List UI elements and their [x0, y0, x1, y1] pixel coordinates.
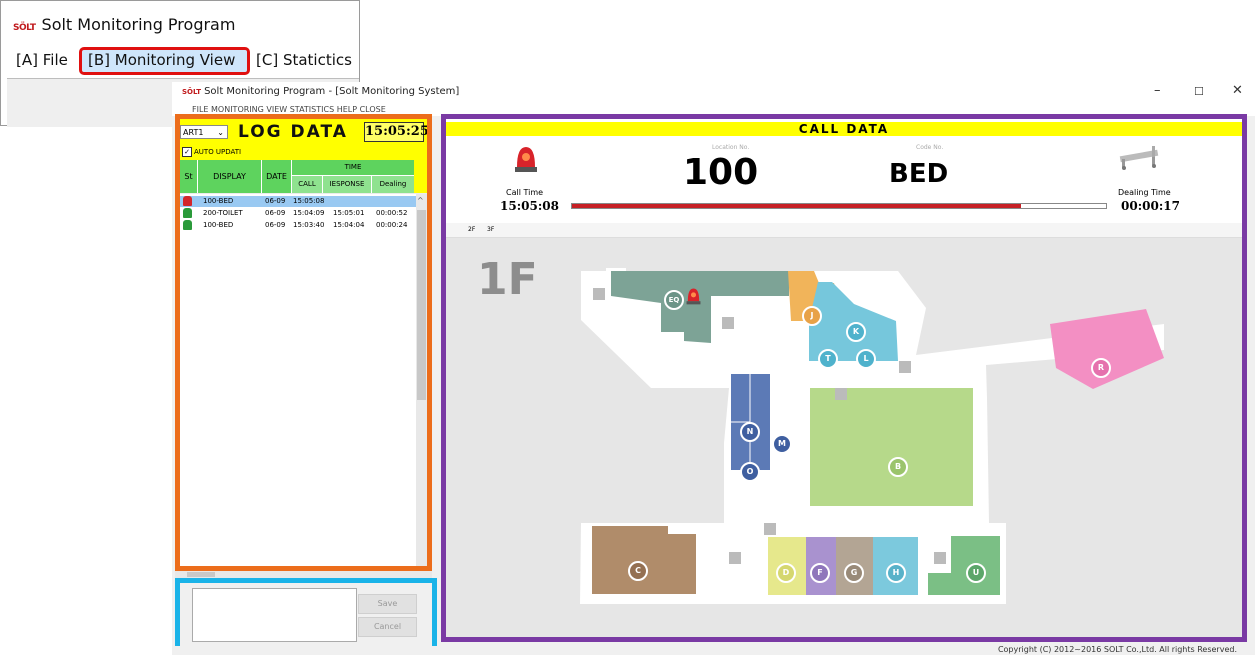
small-window-title-text: Solt Monitoring Program	[41, 15, 236, 34]
menu-monitoring-view[interactable]: [B] Monitoring View	[88, 51, 235, 69]
menu-file[interactable]: [A] File	[16, 51, 68, 69]
title-bar: SÖLT Solt Monitoring Program - [Solt Moni…	[172, 82, 1255, 104]
copyright-text: Copyright (C) 2012~2016 SOLT Co.,Ltd. Al…	[997, 645, 1237, 654]
log-panel-frame	[175, 114, 432, 571]
memo-panel-frame	[175, 578, 437, 651]
window-title: SÖLT Solt Monitoring Program - [Solt Moni…	[182, 86, 459, 97]
call-data-frame	[441, 114, 1247, 642]
h-scroll-thumb[interactable]	[187, 572, 215, 577]
window-title-text: Solt Monitoring Program - [Solt Monitori…	[204, 86, 460, 97]
status-bar: Copyright (C) 2012~2016 SOLT Co.,Ltd. Al…	[172, 645, 1255, 655]
small-window-title: SÖLT Solt Monitoring Program	[13, 15, 235, 34]
minimize-button[interactable]: –	[1154, 83, 1161, 98]
menu-statistics[interactable]: [C] Statictics	[256, 51, 352, 69]
small-window-menubar: [A] File [B] Monitoring View [C] Statict…	[1, 43, 359, 77]
solt-logo: SÖLT	[13, 23, 36, 33]
maximize-button[interactable]: ☐	[1194, 85, 1204, 98]
main-menu-items[interactable]: FILE MONITORING VIEW STATISTICS HELP CLO…	[192, 105, 386, 114]
horizontal-scrollbar[interactable]	[175, 571, 432, 578]
solt-logo-small: SÖLT	[182, 88, 202, 96]
close-button[interactable]: ✕	[1232, 83, 1243, 98]
